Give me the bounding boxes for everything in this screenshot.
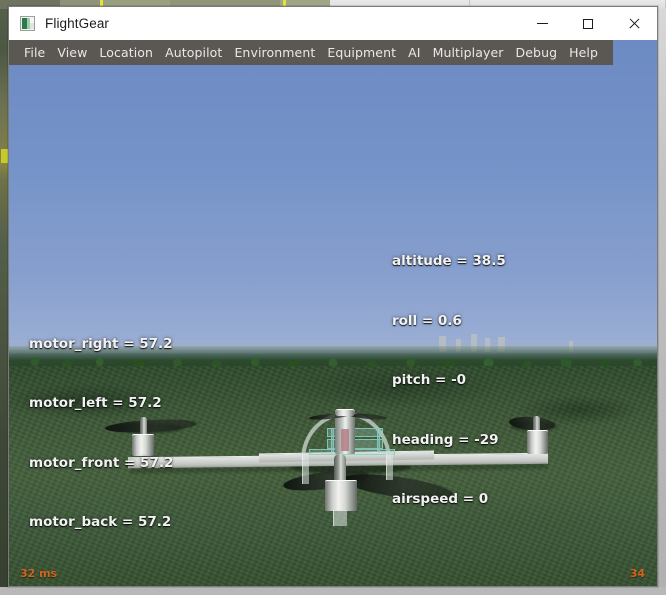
hud-motor-right: motor_right = 57.2	[29, 335, 173, 352]
payload-block	[341, 429, 349, 451]
menu-item-environment[interactable]: Environment	[228, 40, 321, 65]
menu-item-help[interactable]: Help	[563, 40, 604, 65]
maximize-icon	[583, 18, 593, 29]
hud-heading: heading = -29	[392, 431, 499, 448]
simulator-viewport[interactable]: File View Location Autopilot Environment…	[9, 40, 657, 586]
hud-fps-counter: 34	[629, 567, 645, 580]
landing-leg-front	[333, 510, 347, 526]
minimize-icon	[536, 23, 548, 24]
menu-item-file[interactable]: File	[18, 40, 51, 65]
maximize-button[interactable]	[565, 7, 611, 40]
window-titlebar[interactable]: FlightGear	[9, 7, 657, 40]
hud-motor-readout: motor_right = 57.2 motor_left = 57.2 mot…	[29, 295, 173, 573]
flightgear-window: FlightGear File View Location Autopilot …	[8, 6, 658, 587]
flightgear-menubar: File View Location Autopilot Environment…	[9, 40, 614, 65]
flightgear-app-icon	[20, 16, 35, 31]
landing-leg-left	[302, 454, 309, 484]
motor-can-right	[527, 430, 548, 454]
titlebar-left-group: FlightGear	[9, 16, 109, 31]
hud-frame-time: 32 ms	[20, 567, 58, 580]
minimize-button[interactable]	[519, 7, 565, 40]
hud-pitch: pitch = -0	[392, 372, 467, 389]
hud-airspeed: airspeed = 0	[392, 491, 489, 508]
hud-roll: roll = 0.6	[392, 312, 462, 329]
menu-item-multiplayer[interactable]: Multiplayer	[427, 40, 510, 65]
canopy-post-right	[377, 428, 380, 452]
hud-motor-left: motor_left = 57.2	[29, 395, 162, 412]
hud-motor-front: motor_front = 57.2	[29, 454, 174, 471]
desktop-bottom-strip	[0, 587, 666, 595]
close-button[interactable]	[611, 7, 657, 40]
close-icon	[629, 18, 640, 29]
menu-item-view[interactable]: View	[51, 40, 93, 65]
menu-item-ai[interactable]: AI	[402, 40, 426, 65]
menu-item-location[interactable]: Location	[93, 40, 159, 65]
hud-motor-back: motor_back = 57.2	[29, 514, 172, 531]
motor-shaft-front	[334, 454, 346, 480]
menu-item-debug[interactable]: Debug	[510, 40, 564, 65]
hud-altitude: altitude = 38.5	[392, 253, 506, 270]
window-title: FlightGear	[45, 15, 110, 31]
motor-can-front	[325, 480, 357, 511]
desktop-right-strip	[657, 9, 666, 595]
menu-item-equipment[interactable]: Equipment	[321, 40, 402, 65]
menu-item-autopilot[interactable]: Autopilot	[159, 40, 228, 65]
motor-can-top	[335, 409, 355, 416]
canopy-post-left	[331, 428, 334, 452]
window-controls	[519, 7, 657, 40]
hud-flight-readout: altitude = 38.5 roll = 0.6 pitch = -0 he…	[392, 213, 506, 550]
